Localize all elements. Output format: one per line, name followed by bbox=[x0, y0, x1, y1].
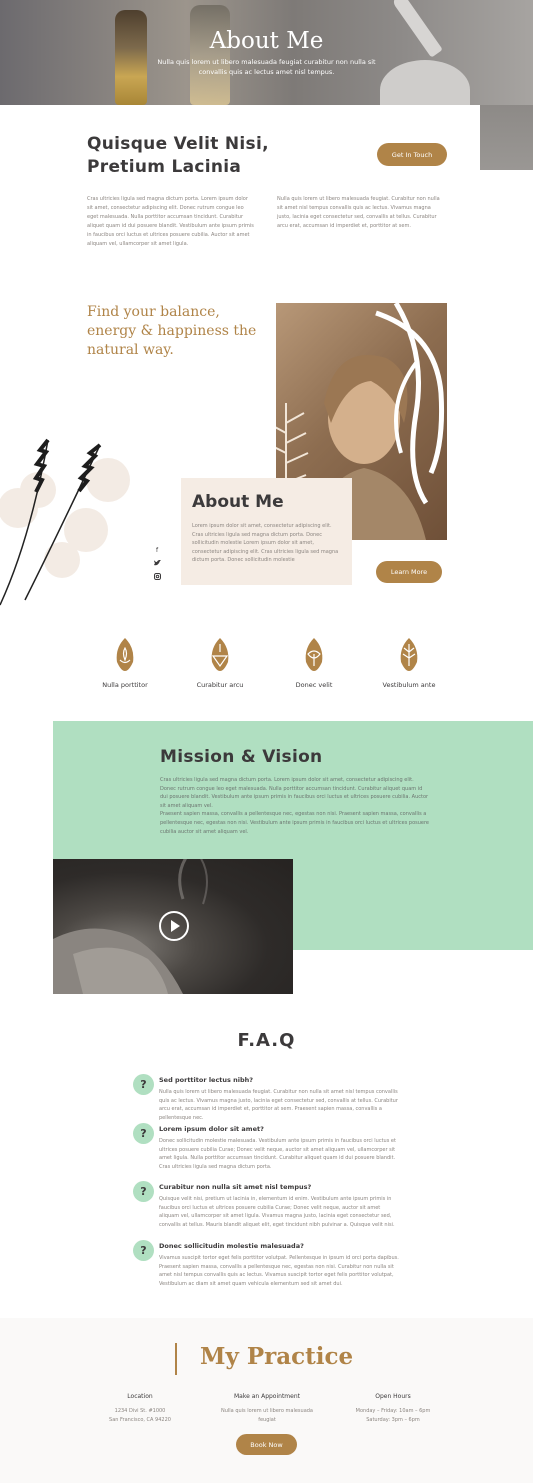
faq-title: F.A.Q bbox=[237, 1030, 296, 1051]
question-icon: ? bbox=[133, 1181, 154, 1202]
faq-answer: Quisque velit nisi, pretium ut lacinia i… bbox=[159, 1196, 395, 1228]
location-address: 1234 Divi St. #1000 San Francisco, CA 94… bbox=[85, 1407, 195, 1425]
intro-heading: Quisque Velit Nisi, Pretium Lacinia bbox=[87, 134, 269, 177]
appointment-text: Nulla quis lorem ut libero malesuada feu… bbox=[212, 1407, 322, 1425]
title-divider bbox=[175, 1343, 177, 1375]
leaf-icon bbox=[400, 638, 418, 671]
question-icon: ? bbox=[133, 1123, 154, 1144]
question-icon: ? bbox=[133, 1240, 154, 1261]
feature-label: Vestibulum ante bbox=[382, 681, 436, 689]
address-line: San Francisco, CA 94220 bbox=[109, 1417, 171, 1423]
get-in-touch-button[interactable]: Get In Touch bbox=[377, 143, 447, 166]
feature-label: Curabitur arcu bbox=[196, 681, 244, 689]
facebook-icon[interactable]: f bbox=[153, 546, 161, 554]
learn-more-button[interactable]: Learn More bbox=[376, 561, 442, 583]
feature-label: Donec velit bbox=[295, 681, 333, 689]
faq-question[interactable]: Sed porttitor lectus nibh? bbox=[159, 1076, 253, 1084]
mission-title: Mission & Vision bbox=[160, 747, 323, 767]
jar-image bbox=[190, 5, 230, 105]
jar-image bbox=[115, 10, 147, 105]
address-line: 1234 Divi St. #1000 bbox=[114, 1408, 166, 1414]
faq-answer: Nulla quis lorem ut libero malesuada feu… bbox=[159, 1089, 398, 1121]
balance-tagline: Find your balance, energy & happiness th… bbox=[87, 304, 257, 358]
faq-question[interactable]: Lorem ipsum dolor sit amet? bbox=[159, 1125, 264, 1133]
flower-leaf-icon bbox=[305, 638, 323, 671]
faq-answer: Vivamus suscipit tortor eget felis portt… bbox=[159, 1255, 399, 1287]
page-title: About Me bbox=[209, 28, 324, 54]
about-card-title: About Me bbox=[192, 492, 284, 512]
mortar-image bbox=[380, 60, 470, 105]
about-card-text: Lorem ipsum dolor sit amet, consectetur … bbox=[192, 523, 339, 563]
incense-leaf-icon bbox=[211, 638, 229, 671]
book-now-button[interactable]: Book Now bbox=[236, 1434, 297, 1455]
instagram-icon[interactable] bbox=[153, 572, 161, 580]
lotus-leaf-icon bbox=[116, 638, 134, 671]
hours-heading: Open Hours bbox=[375, 1393, 411, 1400]
hero-image-extension bbox=[480, 105, 533, 170]
hours-line: Monday – Friday: 10am – 6pm bbox=[355, 1408, 431, 1414]
location-heading: Location bbox=[127, 1393, 153, 1400]
mission-paragraph: Cras ultricies ligula sed magna dictum p… bbox=[160, 777, 429, 809]
appointment-line: feugiat bbox=[258, 1417, 276, 1423]
twitter-icon[interactable] bbox=[153, 559, 161, 567]
hero-subtitle: Nulla quis lorem ut libero malesuada feu… bbox=[157, 58, 376, 76]
intro-paragraph-left: Cras ultricies ligula sed magna dictum p… bbox=[87, 196, 254, 247]
faq-question[interactable]: Curabitur non nulla sit amet nisl tempus… bbox=[159, 1183, 311, 1191]
mission-paragraph: Praesent sapien massa, convallis a pelle… bbox=[160, 811, 430, 835]
practice-title: My Practice bbox=[200, 1343, 354, 1370]
intro-paragraph-right: Nulla quis lorem ut libero malesuada feu… bbox=[277, 196, 440, 229]
appointment-heading: Make an Appointment bbox=[233, 1393, 300, 1400]
faq-question[interactable]: Donec sollicitudin molestie malesuada? bbox=[159, 1242, 304, 1250]
play-icon[interactable] bbox=[159, 911, 189, 941]
hours-text: Monday – Friday: 10am – 6pm Saturday: 3p… bbox=[338, 1407, 448, 1425]
lavender-plant-illustration bbox=[0, 430, 135, 610]
appointment-line: Nulla quis lorem ut libero malesuada bbox=[220, 1408, 313, 1414]
mission-text: Cras ultricies ligula sed magna dictum p… bbox=[160, 776, 430, 836]
feature-label: Nulla porttitor bbox=[102, 681, 148, 689]
question-icon: ? bbox=[133, 1074, 154, 1095]
faq-answer: Donec sollicitudin molestie malesuada. V… bbox=[159, 1138, 396, 1170]
hours-line: Saturday: 3pm – 6pm bbox=[366, 1417, 420, 1423]
